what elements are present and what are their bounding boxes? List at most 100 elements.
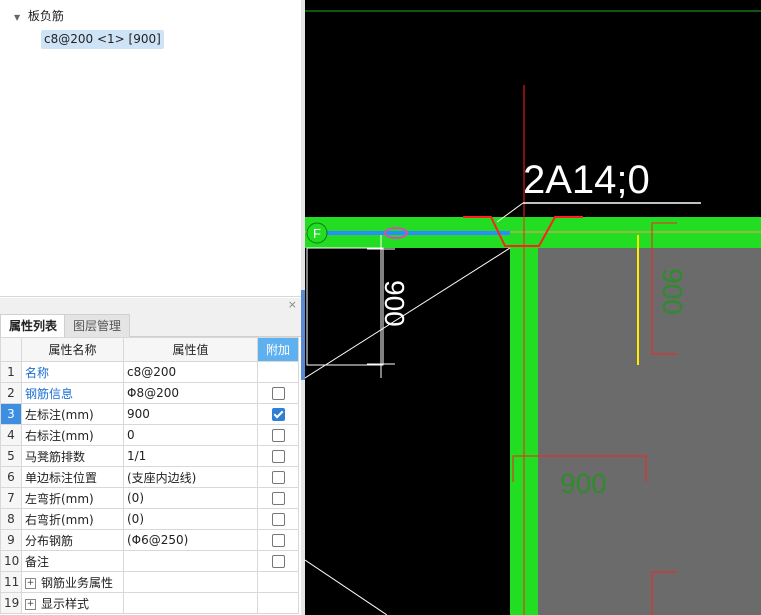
property-value[interactable] [123,550,258,572]
extra-checkbox[interactable] [271,408,285,421]
extra-cell [257,508,299,530]
extra-cell [257,487,299,509]
extra-checkbox[interactable] [271,471,285,484]
extra-checkbox[interactable] [271,555,285,568]
property-value[interactable]: Φ8@200 [123,382,258,404]
property-name: 单边标注位置 [21,466,124,488]
row-number: 6 [0,466,22,488]
property-name: 左弯折(mm) [21,487,124,509]
property-row[interactable]: 2 钢筋信息 Φ8@200 [0,382,299,404]
property-row[interactable]: 7 左弯折(mm) (0) [0,487,299,509]
close-icon[interactable]: × [288,298,297,311]
row-number: 7 [0,487,22,509]
property-value[interactable]: 900 [123,403,258,425]
property-row[interactable]: 10 备注 [0,550,299,572]
extra-cell [257,466,299,488]
property-table-header: 属性名称 属性值 附加 [0,337,299,362]
cad-drawing: 2A14;0 F 900 900 900 [305,10,761,615]
expand-icon[interactable]: + [25,577,36,589]
property-value[interactable]: c8@200 [123,361,258,383]
dim-text-bottom: 900 [560,468,607,499]
property-name: 钢筋信息 [21,382,124,404]
property-name: 左标注(mm) [21,403,124,425]
property-name: + 显示样式 [21,592,124,614]
row-number: 10 [0,550,22,572]
property-name: + 钢筋业务属性 [21,571,124,593]
panel-tabs: 属性列表 图层管理 [0,314,301,338]
tree-node-selected[interactable]: c8@200 <1> [900] [41,30,164,49]
property-value[interactable]: 1/1 [123,445,258,467]
property-value[interactable]: (支座内边线) [123,466,258,488]
extra-checkbox[interactable] [271,429,285,442]
row-number: 3 [0,403,22,425]
diagonal-line-1 [305,247,511,379]
row-number: 2 [0,382,22,404]
collapse-caret-icon[interactable]: ▼ [14,10,24,26]
selection-box [306,247,384,366]
property-value[interactable]: (Φ6@250) [123,529,258,551]
column-header-num [0,337,22,362]
axis-bubble-label: F [313,226,321,241]
property-name: 分布钢筋 [21,529,124,551]
extra-checkbox[interactable] [271,513,285,526]
column-header-name: 属性名称 [21,337,124,362]
property-value[interactable]: (0) [123,487,258,509]
slab-region [538,247,761,615]
extra-cell [257,529,299,551]
tree-root-label: 板负筋 [27,9,64,23]
property-value[interactable]: (0) [123,508,258,530]
extra-checkbox[interactable] [271,387,285,400]
column-header-extra: 附加 [257,337,299,362]
column-header-value: 属性值 [123,337,258,362]
property-name: 马凳筋排数 [21,445,124,467]
tab-layers[interactable]: 图层管理 [64,314,131,338]
extra-cell [257,424,299,446]
row-number: 1 [0,361,22,383]
extra-checkbox[interactable] [271,492,285,505]
row-number: 11 [0,571,22,593]
drawing-canvas[interactable]: 2A14;0 F 900 900 900 [305,0,761,615]
property-row[interactable]: 1 名称 c8@200 [0,361,299,383]
property-name: 右标注(mm) [21,424,124,446]
extra-cell [257,550,299,572]
property-name: 名称 [21,361,124,383]
extra-cell [257,361,299,383]
extra-checkbox[interactable] [271,450,285,463]
expand-icon[interactable]: + [25,598,36,610]
extra-cell [257,571,299,593]
left-panel: ▼ 板负筋 c8@200 <1> [900] × 属性列表 图层管理 属性名称 … [0,0,301,615]
property-row[interactable]: 3 左标注(mm) 900 [0,403,299,425]
tree-root[interactable]: ▼ 板负筋 [14,8,64,24]
property-table: 属性名称 属性值 附加 1 名称 c8@200 2 钢筋信息 Φ8@200 3 左标注(mm)… [0,337,299,614]
tab-properties[interactable]: 属性列表 [0,314,67,337]
property-name: 右弯折(mm) [21,508,124,530]
row-number: 9 [0,529,22,551]
extra-checkbox[interactable] [271,534,285,547]
property-row[interactable]: 4 右标注(mm) 0 [0,424,299,446]
property-value[interactable]: 0 [123,424,258,446]
property-value[interactable] [123,571,258,593]
property-name: 备注 [21,550,124,572]
property-row[interactable]: 9 分布钢筋 (Φ6@250) [0,529,299,551]
panel-divider: × [0,298,301,314]
rebar-label[interactable]: 2A14;0 [523,158,650,202]
property-row[interactable]: 8 右弯折(mm) (0) [0,508,299,530]
extra-cell [257,592,299,614]
property-name-label: 显示样式 [41,596,90,611]
property-row[interactable]: 19 + 显示样式 [0,592,299,614]
extra-cell [257,403,299,425]
row-number: 4 [0,424,22,446]
property-row[interactable]: 11 + 钢筋业务属性 [0,571,299,593]
diagonal-line-2 [305,559,388,615]
property-row[interactable]: 5 马凳筋排数 1/1 [0,445,299,467]
extra-cell [257,445,299,467]
row-number: 19 [0,592,22,614]
property-value[interactable] [123,592,258,614]
row-number: 8 [0,508,22,530]
row-number: 5 [0,445,22,467]
dim-text-right: 900 [657,268,688,315]
component-tree: ▼ 板负筋 c8@200 <1> [900] [0,0,301,297]
extra-cell [257,382,299,404]
dim-text-left: 900 [379,280,410,327]
property-row[interactable]: 6 单边标注位置 (支座内边线) [0,466,299,488]
